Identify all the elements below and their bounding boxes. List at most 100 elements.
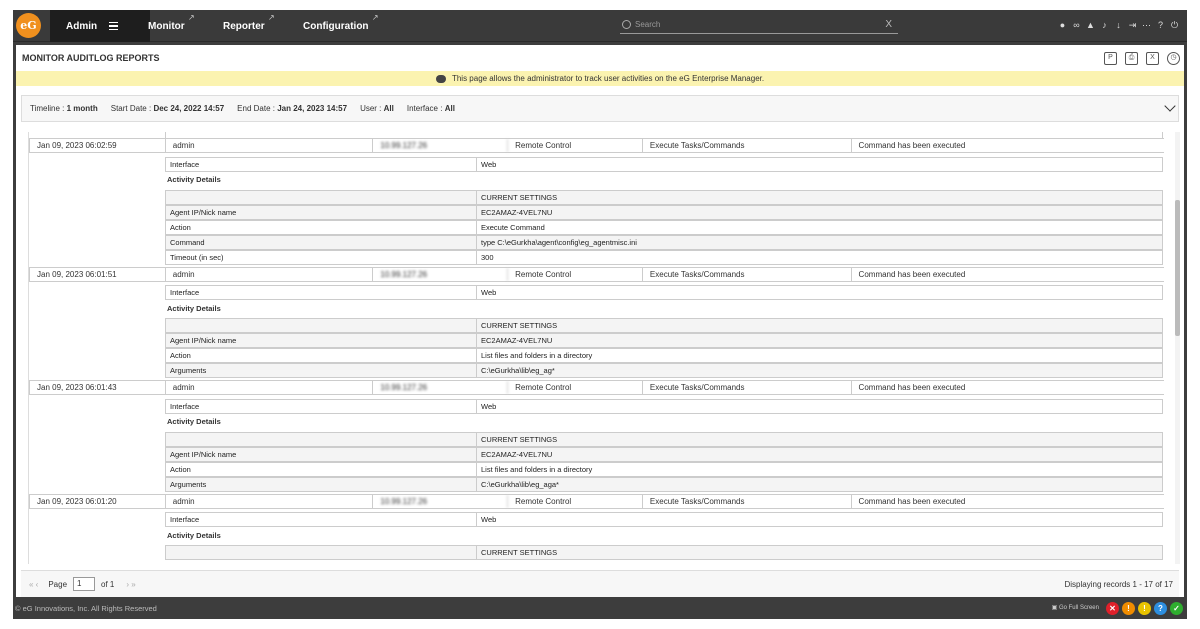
schedule-icon[interactable]: ◷ <box>1167 52 1180 65</box>
user-icon[interactable]: ● <box>1058 20 1067 31</box>
pager-bar: « ‹ Page 1 of 1 › » Displaying records 1… <box>21 570 1179 597</box>
power-icon[interactable]: ⏻ <box>1170 20 1179 31</box>
settings-header-blank <box>166 319 477 332</box>
copyright-text: © eG Innovations, Inc. All Rights Reserv… <box>15 604 157 613</box>
record-ip: 10.99.127.26 <box>373 267 509 281</box>
unknown-status-icon[interactable]: ? <box>1154 602 1167 615</box>
status-indicators: ✕ ! ! ? ✓ <box>1106 602 1183 615</box>
setting-key: Command <box>166 235 477 249</box>
page-number-input[interactable]: 1 <box>73 577 96 591</box>
record-status: Command has been executed <box>858 383 966 392</box>
eg-logo-icon[interactable]: eG <box>16 13 41 38</box>
search-placeholder: Search <box>635 19 661 29</box>
activity-details-heading: Activity Details <box>167 303 221 313</box>
record-user: admin <box>166 267 374 281</box>
scrollbar-thumb[interactable] <box>1175 200 1180 336</box>
record-type: Remote Control <box>508 494 643 508</box>
fullscreen-button[interactable]: ▣ Go Full Screen <box>1052 604 1099 611</box>
excel-icon[interactable]: X <box>1146 52 1159 65</box>
pdf-icon[interactable]: P <box>1104 52 1117 65</box>
settings-header: CURRENT SETTINGS <box>165 318 1163 333</box>
interface-value: Web <box>481 401 497 411</box>
table-row[interactable]: Jan 09, 2023 06:01:20 admin 10.99.127.26 Re… <box>29 493 1164 509</box>
record-user: admin <box>166 381 374 394</box>
page-title: MONITOR AUDITLOG REPORTS <box>22 53 160 63</box>
filter-end-date: End Date : Jan 24, 2023 14:57 <box>237 104 348 113</box>
filter-summary[interactable]: Timeline : 1 month Start Date : Dec 24, … <box>21 95 1179 122</box>
settings-header-label: CURRENT SETTINGS <box>481 192 558 202</box>
record-user: admin <box>166 139 374 152</box>
settings-row: Agent IP/Nick name EC2AMAZ-4VEL7NU <box>165 446 1163 462</box>
record-time: Jan 09, 2023 06:01:43 <box>30 381 166 394</box>
normal-status-icon[interactable]: ✓ <box>1170 602 1183 615</box>
settings-header-label: CURRENT SETTINGS <box>481 434 558 444</box>
print-icon[interactable]: ⎙ <box>1125 52 1138 65</box>
menu-icon[interactable] <box>109 20 119 33</box>
clear-search-icon[interactable]: X <box>885 19 892 30</box>
interface-row: Interface Web <box>165 398 1163 414</box>
download-icon[interactable]: ↓ <box>1114 20 1123 31</box>
settings-header-label: CURRENT SETTINGS <box>481 321 558 330</box>
external-link-icon: ↗ <box>371 13 379 22</box>
first-prev-page-icons[interactable]: « ‹ <box>29 580 38 589</box>
record-status: Command has been executed <box>858 141 966 150</box>
table-row[interactable]: Jan 09, 2023 06:01:51 admin 10.99.127.26 Re… <box>29 266 1164 282</box>
setting-value: EC2AMAZ-4VEL7NU <box>481 336 553 345</box>
table-row[interactable]: Jan 09, 2023 06:02:59 admin 10.99.127.26 Re… <box>29 138 1164 153</box>
setting-key: Arguments <box>166 477 477 491</box>
scrollbar[interactable] <box>1175 132 1180 564</box>
external-link-icon: ↗ <box>187 13 195 22</box>
toolbar-icons: ● ∞ ▲ ♪ ↓ ⇥ ⋯ ? ⏻ <box>1058 20 1179 31</box>
chevron-down-icon[interactable] <box>1164 100 1176 112</box>
settings-row: Arguments C:\eGurkha\lib\eg_aga* <box>165 476 1163 492</box>
record-ip: 10.99.127.26 <box>373 139 509 152</box>
more-icon[interactable]: ⋯ <box>1142 20 1151 31</box>
help-icon[interactable]: ? <box>1156 20 1165 31</box>
external-link-icon: ↗ <box>267 13 275 22</box>
record-type: Remote Control <box>508 381 643 394</box>
setting-value: List files and folders in a directory <box>481 464 593 474</box>
settings-header-label: CURRENT SETTINGS <box>481 548 558 557</box>
setting-value: EC2AMAZ-4VEL7NU <box>481 207 553 217</box>
filter-interface: Interface : All <box>406 104 455 113</box>
tab-configuration[interactable]: Configuration ↗ <box>303 10 379 42</box>
record-ip: 10.99.127.26 <box>373 381 509 394</box>
alert-icon[interactable]: ▲ <box>1086 20 1095 31</box>
app-window: eG Admin Monitor ↗ Reporter ↗ Configurat… <box>13 10 1187 619</box>
link-icon[interactable]: ∞ <box>1072 20 1081 31</box>
record-count: Displaying records 1 - 17 of 17 <box>1064 579 1174 589</box>
interface-label: Interface <box>166 286 477 299</box>
setting-value: Execute Command <box>481 222 545 232</box>
next-last-page-icons[interactable]: › » <box>126 580 135 589</box>
settings-header: CURRENT SETTINGS <box>165 431 1163 447</box>
record-status: Command has been executed <box>858 496 966 506</box>
settings-row: Action List files and folders in a direct… <box>165 348 1163 363</box>
page-of-label: of 1 <box>101 579 115 589</box>
bell-icon[interactable]: ♪ <box>1100 20 1109 31</box>
settings-row: Timeout (in sec) 300 <box>165 249 1163 265</box>
interface-row: Interface Web <box>165 285 1163 300</box>
major-status-icon[interactable]: ! <box>1122 602 1135 615</box>
record-time: Jan 09, 2023 06:01:51 <box>30 267 166 281</box>
setting-value: C:\eGurkha\lib\eg_aga* <box>481 479 559 489</box>
tab-admin[interactable]: Admin <box>50 10 150 42</box>
logout-icon[interactable]: ⇥ <box>1128 20 1137 31</box>
interface-value: Web <box>481 159 497 169</box>
tab-reporter-label: Reporter <box>223 20 265 32</box>
minor-status-icon[interactable]: ! <box>1138 602 1151 615</box>
settings-header-blank <box>166 432 477 446</box>
interface-value: Web <box>481 288 497 297</box>
interface-row: Interface Web <box>165 512 1163 527</box>
interface-label: Interface <box>166 513 477 526</box>
tab-monitor[interactable]: Monitor ↗ <box>148 10 195 42</box>
tab-admin-label: Admin <box>66 20 98 32</box>
record-category: Execute Tasks/Commands <box>643 381 852 394</box>
settings-header-blank <box>166 546 477 559</box>
critical-status-icon[interactable]: ✕ <box>1106 602 1119 615</box>
search-input[interactable]: Search X <box>620 15 898 34</box>
tab-reporter[interactable]: Reporter ↗ <box>223 10 275 42</box>
setting-value: List files and folders in a directory <box>481 351 593 360</box>
table-row[interactable]: Jan 09, 2023 06:01:43 admin 10.99.127.26 Re… <box>29 380 1164 395</box>
setting-key: Agent IP/Nick name <box>166 205 477 219</box>
settings-row: Action List files and folders in a direct… <box>165 461 1163 477</box>
